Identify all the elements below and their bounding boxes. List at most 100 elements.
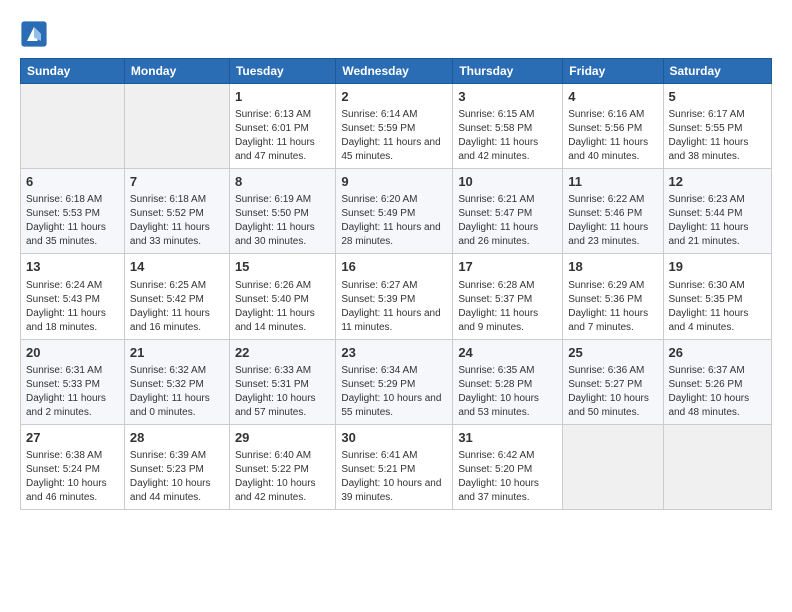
week-row-5: 27 Sunrise: 6:38 AM Sunset: 5:24 PM Dayli… <box>21 424 772 509</box>
day-number: 5 <box>669 88 767 106</box>
day-number: 21 <box>130 344 224 362</box>
day-info: Sunrise: 6:14 AM Sunset: 5:59 PM Dayligh… <box>341 108 447 164</box>
day-number: 27 <box>26 429 119 447</box>
day-cell: 21 Sunrise: 6:32 AM Sunset: 5:32 PM Dayli… <box>124 339 229 424</box>
week-row-1: 1 Sunrise: 6:13 AM Sunset: 6:01 PM Daylig… <box>21 84 772 169</box>
day-cell: 28Sunrise: 6:39 AM Sunset: 5:23 PM Dayli… <box>124 424 229 509</box>
day-info: Sunrise: 6:18 AM Sunset: 5:52 PM Dayligh… <box>130 193 224 249</box>
header-cell-friday: Friday <box>563 59 663 84</box>
week-row-3: 13 Sunrise: 6:24 AM Sunset: 5:43 PM Dayli… <box>21 254 772 339</box>
day-cell: 12 Sunrise: 6:23 AM Sunset: 5:44 PM Dayli… <box>663 169 772 254</box>
day-info: Sunrise: 6:42 AM Sunset: 5:20 PM Dayligh… <box>458 449 557 505</box>
page-header <box>20 20 772 48</box>
day-info: Sunrise: 6:20 AM Sunset: 5:49 PM Dayligh… <box>341 193 447 249</box>
day-number: 6 <box>26 173 119 191</box>
day-number: 18 <box>568 258 657 276</box>
day-number: 12 <box>669 173 767 191</box>
day-number: 26 <box>669 344 767 362</box>
header-row: SundayMondayTuesdayWednesdayThursdayFrid… <box>21 59 772 84</box>
day-info: Sunrise: 6:32 AM Sunset: 5:32 PM Dayligh… <box>130 364 224 420</box>
day-info: Sunrise: 6:37 AM Sunset: 5:26 PM Dayligh… <box>669 364 767 420</box>
day-info: Sunrise: 6:18 AM Sunset: 5:53 PM Dayligh… <box>26 193 119 249</box>
header-cell-wednesday: Wednesday <box>336 59 453 84</box>
day-cell: 3 Sunrise: 6:15 AM Sunset: 5:58 PM Daylig… <box>453 84 563 169</box>
day-info: Sunrise: 6:13 AM Sunset: 6:01 PM Dayligh… <box>235 108 330 164</box>
day-cell: 24 Sunrise: 6:35 AM Sunset: 5:28 PM Dayli… <box>453 339 563 424</box>
day-cell <box>663 424 772 509</box>
day-cell: 4Sunrise: 6:16 AM Sunset: 5:56 PM Daylig… <box>563 84 663 169</box>
day-number: 29 <box>235 429 330 447</box>
day-number: 31 <box>458 429 557 447</box>
day-info: Sunrise: 6:23 AM Sunset: 5:44 PM Dayligh… <box>669 193 767 249</box>
header-cell-saturday: Saturday <box>663 59 772 84</box>
day-cell: 8 Sunrise: 6:19 AM Sunset: 5:50 PM Daylig… <box>229 169 335 254</box>
header-cell-thursday: Thursday <box>453 59 563 84</box>
day-info: Sunrise: 6:35 AM Sunset: 5:28 PM Dayligh… <box>458 364 557 420</box>
day-info: Sunrise: 6:31 AM Sunset: 5:33 PM Dayligh… <box>26 364 119 420</box>
header-cell-tuesday: Tuesday <box>229 59 335 84</box>
day-cell: 6 Sunrise: 6:18 AM Sunset: 5:53 PM Daylig… <box>21 169 125 254</box>
day-cell <box>124 84 229 169</box>
day-number: 28 <box>130 429 224 447</box>
day-cell: 23 Sunrise: 6:34 AM Sunset: 5:29 PM Dayli… <box>336 339 453 424</box>
day-cell: 17 Sunrise: 6:28 AM Sunset: 5:37 PM Dayli… <box>453 254 563 339</box>
day-cell: 11 Sunrise: 6:22 AM Sunset: 5:46 PM Dayli… <box>563 169 663 254</box>
day-cell: 27 Sunrise: 6:38 AM Sunset: 5:24 PM Dayli… <box>21 424 125 509</box>
day-number: 16 <box>341 258 447 276</box>
day-number: 19 <box>669 258 767 276</box>
calendar-header: SundayMondayTuesdayWednesdayThursdayFrid… <box>21 59 772 84</box>
logo-icon <box>20 20 48 48</box>
logo <box>20 20 52 48</box>
day-number: 9 <box>341 173 447 191</box>
day-number: 11 <box>568 173 657 191</box>
day-info: Sunrise: 6:30 AM Sunset: 5:35 PM Dayligh… <box>669 279 767 335</box>
day-cell: 13 Sunrise: 6:24 AM Sunset: 5:43 PM Dayli… <box>21 254 125 339</box>
day-info: Sunrise: 6:34 AM Sunset: 5:29 PM Dayligh… <box>341 364 447 420</box>
day-info: Sunrise: 6:38 AM Sunset: 5:24 PM Dayligh… <box>26 449 119 505</box>
day-info: Sunrise: 6:33 AM Sunset: 5:31 PM Dayligh… <box>235 364 330 420</box>
day-number: 1 <box>235 88 330 106</box>
day-number: 10 <box>458 173 557 191</box>
calendar-table: SundayMondayTuesdayWednesdayThursdayFrid… <box>20 58 772 510</box>
day-info: Sunrise: 6:24 AM Sunset: 5:43 PM Dayligh… <box>26 279 119 335</box>
day-number: 13 <box>26 258 119 276</box>
day-number: 3 <box>458 88 557 106</box>
day-number: 25 <box>568 344 657 362</box>
week-row-2: 6 Sunrise: 6:18 AM Sunset: 5:53 PM Daylig… <box>21 169 772 254</box>
header-cell-monday: Monday <box>124 59 229 84</box>
day-number: 15 <box>235 258 330 276</box>
day-cell: 18Sunrise: 6:29 AM Sunset: 5:36 PM Dayli… <box>563 254 663 339</box>
day-number: 20 <box>26 344 119 362</box>
day-cell: 29Sunrise: 6:40 AM Sunset: 5:22 PM Dayli… <box>229 424 335 509</box>
day-number: 24 <box>458 344 557 362</box>
day-cell: 2Sunrise: 6:14 AM Sunset: 5:59 PM Daylig… <box>336 84 453 169</box>
day-info: Sunrise: 6:22 AM Sunset: 5:46 PM Dayligh… <box>568 193 657 249</box>
day-number: 23 <box>341 344 447 362</box>
day-info: Sunrise: 6:28 AM Sunset: 5:37 PM Dayligh… <box>458 279 557 335</box>
day-cell <box>21 84 125 169</box>
day-cell: 15 Sunrise: 6:26 AM Sunset: 5:40 PM Dayli… <box>229 254 335 339</box>
day-cell: 31 Sunrise: 6:42 AM Sunset: 5:20 PM Dayli… <box>453 424 563 509</box>
day-info: Sunrise: 6:36 AM Sunset: 5:27 PM Dayligh… <box>568 364 657 420</box>
day-info: Sunrise: 6:27 AM Sunset: 5:39 PM Dayligh… <box>341 279 447 335</box>
day-info: Sunrise: 6:15 AM Sunset: 5:58 PM Dayligh… <box>458 108 557 164</box>
day-cell: 22 Sunrise: 6:33 AM Sunset: 5:31 PM Dayli… <box>229 339 335 424</box>
day-cell: 14 Sunrise: 6:25 AM Sunset: 5:42 PM Dayli… <box>124 254 229 339</box>
day-info: Sunrise: 6:17 AM Sunset: 5:55 PM Dayligh… <box>669 108 767 164</box>
day-info: Sunrise: 6:26 AM Sunset: 5:40 PM Dayligh… <box>235 279 330 335</box>
day-cell: 9 Sunrise: 6:20 AM Sunset: 5:49 PM Daylig… <box>336 169 453 254</box>
day-cell: 7Sunrise: 6:18 AM Sunset: 5:52 PM Daylig… <box>124 169 229 254</box>
day-cell: 30Sunrise: 6:41 AM Sunset: 5:21 PM Dayli… <box>336 424 453 509</box>
day-number: 17 <box>458 258 557 276</box>
day-info: Sunrise: 6:25 AM Sunset: 5:42 PM Dayligh… <box>130 279 224 335</box>
calendar-body: 1 Sunrise: 6:13 AM Sunset: 6:01 PM Daylig… <box>21 84 772 510</box>
day-info: Sunrise: 6:19 AM Sunset: 5:50 PM Dayligh… <box>235 193 330 249</box>
header-cell-sunday: Sunday <box>21 59 125 84</box>
day-cell: 16 Sunrise: 6:27 AM Sunset: 5:39 PM Dayli… <box>336 254 453 339</box>
day-number: 8 <box>235 173 330 191</box>
day-cell: 10Sunrise: 6:21 AM Sunset: 5:47 PM Dayli… <box>453 169 563 254</box>
day-cell: 19 Sunrise: 6:30 AM Sunset: 5:35 PM Dayli… <box>663 254 772 339</box>
day-number: 22 <box>235 344 330 362</box>
day-number: 14 <box>130 258 224 276</box>
day-cell: 1 Sunrise: 6:13 AM Sunset: 6:01 PM Daylig… <box>229 84 335 169</box>
